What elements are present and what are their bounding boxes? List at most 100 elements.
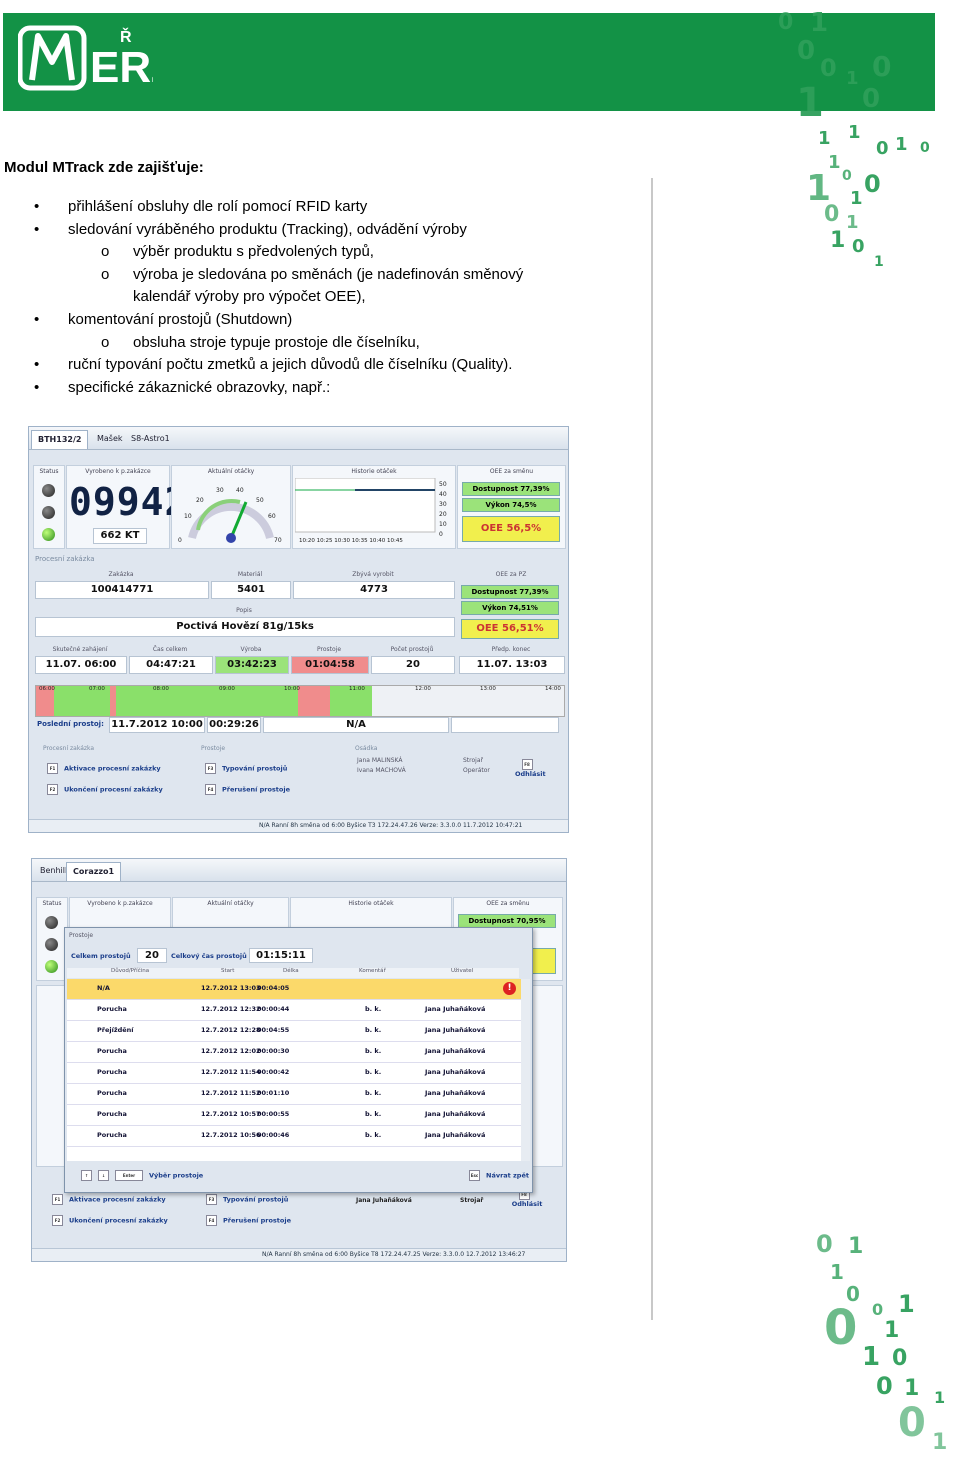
svg-text:50: 50 [439,481,447,488]
table-cell: 00:00:30 [257,1047,290,1055]
binary-digit: 0 [778,10,794,35]
type-downtime-button[interactable]: F3 Typování prostojů [206,1194,288,1205]
tick-label: 06:00 [39,686,55,692]
table-cell: Jana Juhaňáková [425,1047,486,1055]
grid-scrollbar[interactable] [521,979,530,1161]
svg-text:30: 30 [439,501,447,508]
table-cell: Přejíždění [97,1026,134,1034]
table-row[interactable]: Porucha 12.7.2012 10:57 00:00:55 b. k. Jana … [67,1104,521,1126]
activate-order-button[interactable]: F1 Aktivace procesní zakázky [47,763,161,774]
tab-bth132[interactable]: BTH132/2 [31,430,89,449]
logout-button[interactable]: F8 Odhlásit [515,759,546,778]
table-row[interactable]: Porucha 12.7.2012 11:54 00:00:42 b. k. Jana … [67,1062,521,1084]
svg-text:Ř: Ř [120,27,132,46]
tick-label: 07:00 [89,686,105,692]
binary-digit: 0 [797,36,816,66]
tab-s8-astro1[interactable]: S8-Astro1 [125,430,176,448]
order-section-label: Procesní zakázka [43,745,95,752]
downtime-grid[interactable]: N/A 12.7.2012 13:03 00:04:05! Porucha 12.7.2… [67,979,521,1161]
total-time: 04:47:21 [129,656,213,674]
type-downtime-button[interactable]: F3 Typování prostojů [205,763,287,774]
material-number: 5401 [211,581,291,599]
end-order-button[interactable]: F2 Ukončení procesní zakázky [52,1215,168,1226]
binary-digit: 0 [892,1346,908,1371]
table-cell: b. k. [365,1047,382,1055]
performance-badge: Výkon 74,5% [462,498,560,512]
binary-digit: 1 [830,1260,844,1284]
column-header: Důvod/Příčina [111,968,150,974]
tab-masek[interactable]: Mašek [91,430,129,448]
back-button[interactable]: Esc Návrat zpět [469,1170,529,1181]
binary-digit: 1 [846,212,859,233]
select-downtime-button[interactable]: ↑ ↓ Enter Výběr prostoje [81,1170,203,1181]
activate-order-button[interactable]: F1 Aktivace procesní zakázky [52,1194,166,1205]
table-row[interactable]: Porucha 12.7.2012 12:02 00:00:30 b. k. Jana … [67,1041,521,1063]
status-led [45,960,58,973]
table-cell: Porucha [97,1047,127,1055]
break-downtime-button[interactable]: F4 Přerušení prostoje [206,1215,291,1226]
svg-text:10: 10 [184,513,192,520]
status-label: Status [39,468,59,475]
production-time: 03:42:23 [215,656,289,674]
table-cell: b. k. [365,1026,382,1034]
tab-corazzo1[interactable]: Corazzo1 [66,862,122,881]
produced-label: Vyrobeno k p.zakázce [85,468,151,475]
table-cell: Jana Juhaňáková [425,1089,486,1097]
mtrack-screenshot-1: BTH132/2 Mašek S8-Astro1 Status Vyrobeno… [28,426,569,833]
table-cell: Porucha [97,1110,127,1118]
product-description: Poctivá Hovězí 81g/15ks [35,617,455,637]
binary-digit: 1 [862,1342,881,1372]
binary-digit: 0 [876,138,889,159]
last-downtime-duration: 00:29:26 [207,717,261,733]
table-cell: 00:00:42 [257,1068,290,1076]
list-item: specifické zákaznické obrazovky, např.: [0,377,563,400]
binary-digit: 1 [830,228,846,253]
rpm-gauge-panel: Aktuální otáčky 0 10 20 30 40 50 60 70 [171,465,291,549]
start-time: 11.07. 06:00 [35,656,127,674]
table-row[interactable]: Porucha 12.7.2012 12:32 00:00:44 b. k. Jana … [67,999,521,1021]
binary-digit: 1 [796,80,824,126]
f1-key-icon: F1 [47,763,58,774]
binary-digit: 0 [898,1400,926,1446]
rpm-history-chart: 10:20 10:25 10:30 10:35 10:40 10:45 50 4… [295,478,447,544]
svg-text:0: 0 [178,537,182,544]
svg-text:10: 10 [439,521,447,528]
table-cell: 00:04:05 [257,984,290,992]
total-time: 01:15:11 [249,948,313,963]
counter-unit: 662 KT [93,528,147,544]
oee-shift-label: OEE za směnu [486,900,530,907]
counter-panel: Vyrobeno k p.zakázce 09942 662 KT [66,465,187,549]
table-row[interactable]: Porucha 12.7.2012 11:52 00:01:10 b. k. Jana … [67,1083,521,1105]
binary-digit: 1 [848,122,861,143]
f3-key-icon: F3 [206,1194,217,1205]
binary-digit: 1 [884,1318,900,1343]
table-row[interactable]: N/A 12.7.2012 13:03 00:04:05! [67,979,521,1000]
history-label: Historie otáček [351,468,397,475]
crew-member: Ivana MACHOVÁ [357,767,406,774]
table-row[interactable]: Přejíždění 12.7.2012 12:28 00:04:55 b. k. Ja… [67,1020,521,1042]
table-row[interactable]: Porucha 12.7.2012 10:56 00:00:46 b. k. Jana … [67,1125,521,1147]
rpm-label: Aktuální otáčky [207,900,254,907]
history-label: Historie otáček [348,900,394,907]
downtime-dialog: Prostoje Celkem prostojů 20 Celkový čas … [64,927,533,1193]
f4-key-icon: F4 [206,1215,217,1226]
total-count: 20 [137,948,167,963]
crew-role: Operátor [463,767,490,774]
list-subitem: výběr produktu s předvolených typů, [0,241,563,264]
warning-icon: ! [503,982,516,995]
break-downtime-button[interactable]: F4 Přerušení prostoje [205,784,290,795]
end-order-button[interactable]: F2 Ukončení procesní zakázky [47,784,163,795]
table-cell: 12.7.2012 11:54 [201,1068,261,1076]
downtime-count: 20 [371,656,455,674]
svg-text:20: 20 [439,511,447,518]
binary-digit: 1 [895,134,908,155]
table-cell: Jana Juhaňáková [425,1131,486,1139]
desc-label: Popis [236,607,252,614]
table-cell: 12.7.2012 12:32 [201,1005,261,1013]
downtime-count-label: Počet prostojů [390,646,434,653]
f2-key-icon: F2 [52,1215,63,1226]
last-downtime-time: 11.7.2012 10:00 [109,717,205,733]
rpm-label: Aktuální otáčky [207,468,255,475]
binary-digit: 0 [864,170,881,198]
list-item: sledování vyráběného produktu (Tracking)… [0,219,563,242]
